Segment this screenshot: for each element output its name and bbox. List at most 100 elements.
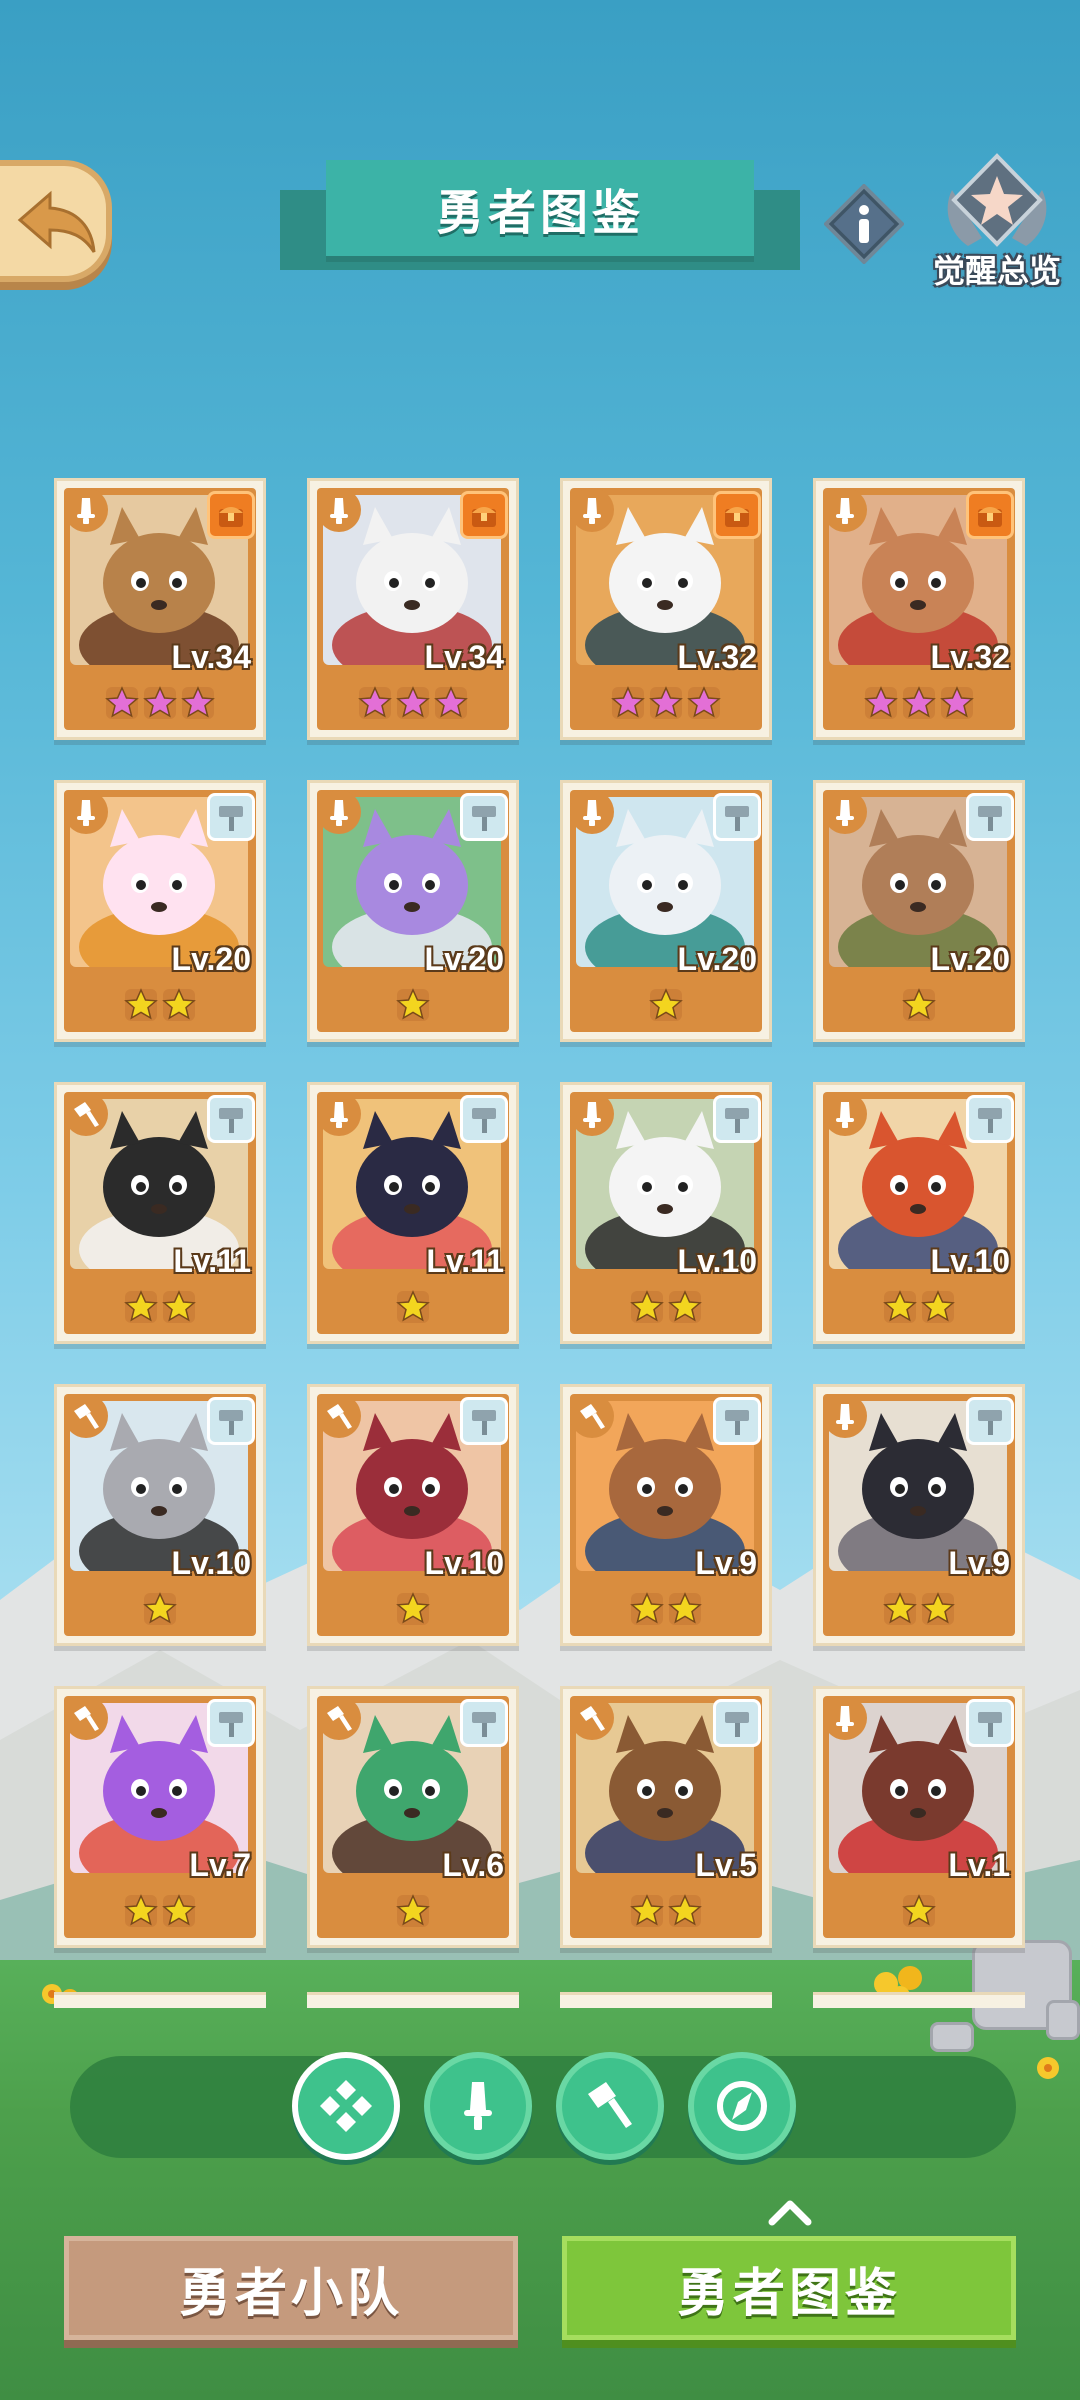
tab-hero-team[interactable]: 勇者小队 [64, 2236, 518, 2340]
hero-card[interactable]: Lv.11 [307, 1082, 519, 1344]
star-icon [143, 686, 177, 719]
awaken-overview-label: 觉醒总览 [932, 253, 1061, 289]
star-icon [630, 1592, 664, 1625]
hammer-equipment-icon [460, 1397, 508, 1445]
sword-class-icon [823, 1696, 867, 1740]
star-icon [902, 1894, 936, 1927]
back-button[interactable] [0, 160, 112, 282]
hero-star-rating [57, 1290, 263, 1326]
hero-card[interactable]: Lv.10 [560, 1082, 772, 1344]
hero-card[interactable]: Lv.9 [813, 1384, 1025, 1646]
hero-card[interactable]: Lv.7 [54, 1686, 266, 1948]
hero-card[interactable]: Lv.20 [560, 780, 772, 1042]
filter-compass-button[interactable] [688, 2052, 796, 2160]
hero-card[interactable]: Lv.5 [560, 1686, 772, 1948]
hero-card[interactable]: Lv.20 [54, 780, 266, 1042]
hero-star-rating [816, 1894, 1022, 1930]
star-icon [143, 1592, 177, 1625]
hero-star-rating [816, 1592, 1022, 1628]
hero-card[interactable]: Lv.10 [307, 1384, 519, 1646]
hero-card-partial [560, 1992, 772, 2008]
awaken-star-icon [947, 153, 1047, 247]
star-icon [687, 686, 721, 719]
hero-level: Lv.6 [442, 1847, 504, 1883]
hero-star-rating [310, 1290, 516, 1326]
hero-star-rating [57, 988, 263, 1024]
awaken-overview-button[interactable]: 觉醒总览 [922, 150, 1072, 290]
filter-hammer-button[interactable] [556, 2052, 664, 2160]
hero-star-rating [816, 1290, 1022, 1326]
hammer-equipment-icon [207, 1095, 255, 1143]
hero-card[interactable]: Lv.11 [54, 1082, 266, 1344]
hammer-class-icon [317, 1696, 361, 1740]
page-title-banner: 勇者图鉴 [326, 160, 754, 256]
hero-level: Lv.11 [173, 1243, 251, 1279]
hero-star-rating [57, 1894, 263, 1930]
star-icon [162, 1290, 196, 1323]
hero-card[interactable]: Lv.6 [307, 1686, 519, 1948]
hero-level: Lv.20 [424, 941, 504, 977]
hero-level: Lv.34 [171, 639, 251, 675]
hero-level: Lv.9 [695, 1545, 757, 1581]
star-icon [921, 1290, 955, 1323]
sword-class-icon [570, 790, 614, 834]
hero-card[interactable]: Lv.20 [813, 780, 1025, 1042]
hero-star-rating [816, 988, 1022, 1024]
hammer-equipment-icon [207, 1397, 255, 1445]
hammer-equipment-icon [966, 793, 1014, 841]
hero-card[interactable]: Lv.32 [813, 478, 1025, 740]
tab-hero-codex[interactable]: 勇者图鉴 [562, 2236, 1016, 2340]
sword-class-icon [823, 1092, 867, 1136]
hero-level: Lv.10 [171, 1545, 251, 1581]
chevron-up-icon[interactable] [768, 2198, 812, 2226]
sword-class-icon [823, 488, 867, 532]
sword-class-icon [464, 2082, 492, 2130]
filter-all-button[interactable] [292, 2052, 400, 2160]
weapon-chest-icon [207, 491, 255, 539]
hammer-class-icon [64, 1394, 108, 1438]
hero-card-partial [307, 1992, 519, 2008]
star-icon [668, 1290, 702, 1323]
compass-class-icon [717, 2081, 767, 2131]
hammer-equipment-icon [460, 1095, 508, 1143]
hammer-class-icon [64, 1696, 108, 1740]
hero-star-rating [563, 1290, 769, 1326]
star-icon [883, 1290, 917, 1323]
hero-card[interactable]: Lv.1 [813, 1686, 1025, 1948]
hero-card-partial [54, 1992, 266, 2008]
hero-card[interactable]: Lv.32 [560, 478, 772, 740]
info-button[interactable] [824, 184, 904, 264]
star-icon [630, 1894, 664, 1927]
hero-star-rating [310, 1894, 516, 1930]
hero-card[interactable]: Lv.20 [307, 780, 519, 1042]
hammer-class-icon [570, 1394, 614, 1438]
sword-class-icon [823, 1394, 867, 1438]
hammer-equipment-icon [966, 1095, 1014, 1143]
hammer-equipment-icon [207, 793, 255, 841]
hammer-equipment-icon [713, 1095, 761, 1143]
weapon-chest-icon [460, 491, 508, 539]
star-icon [396, 988, 430, 1021]
star-icon [396, 1290, 430, 1323]
hero-card[interactable]: Lv.10 [54, 1384, 266, 1646]
hero-card[interactable]: Lv.10 [813, 1082, 1025, 1344]
sword-class-icon [570, 488, 614, 532]
hammer-equipment-icon [207, 1699, 255, 1747]
hero-star-rating [563, 988, 769, 1024]
star-icon [649, 988, 683, 1021]
hero-card[interactable]: Lv.9 [560, 1384, 772, 1646]
hero-card[interactable]: Lv.34 [54, 478, 266, 740]
filter-sword-button[interactable] [424, 2052, 532, 2160]
sword-class-icon [317, 790, 361, 834]
all-classes-icon [320, 2080, 372, 2132]
hero-level: Lv.34 [424, 639, 504, 675]
hero-star-rating [816, 686, 1022, 722]
hero-level: Lv.11 [426, 1243, 504, 1279]
star-icon [902, 988, 936, 1021]
hero-card[interactable]: Lv.34 [307, 478, 519, 740]
hero-level: Lv.20 [930, 941, 1010, 977]
hero-star-rating [563, 1894, 769, 1930]
sword-class-icon [317, 1092, 361, 1136]
back-arrow-icon [17, 190, 96, 253]
star-icon [181, 686, 215, 719]
